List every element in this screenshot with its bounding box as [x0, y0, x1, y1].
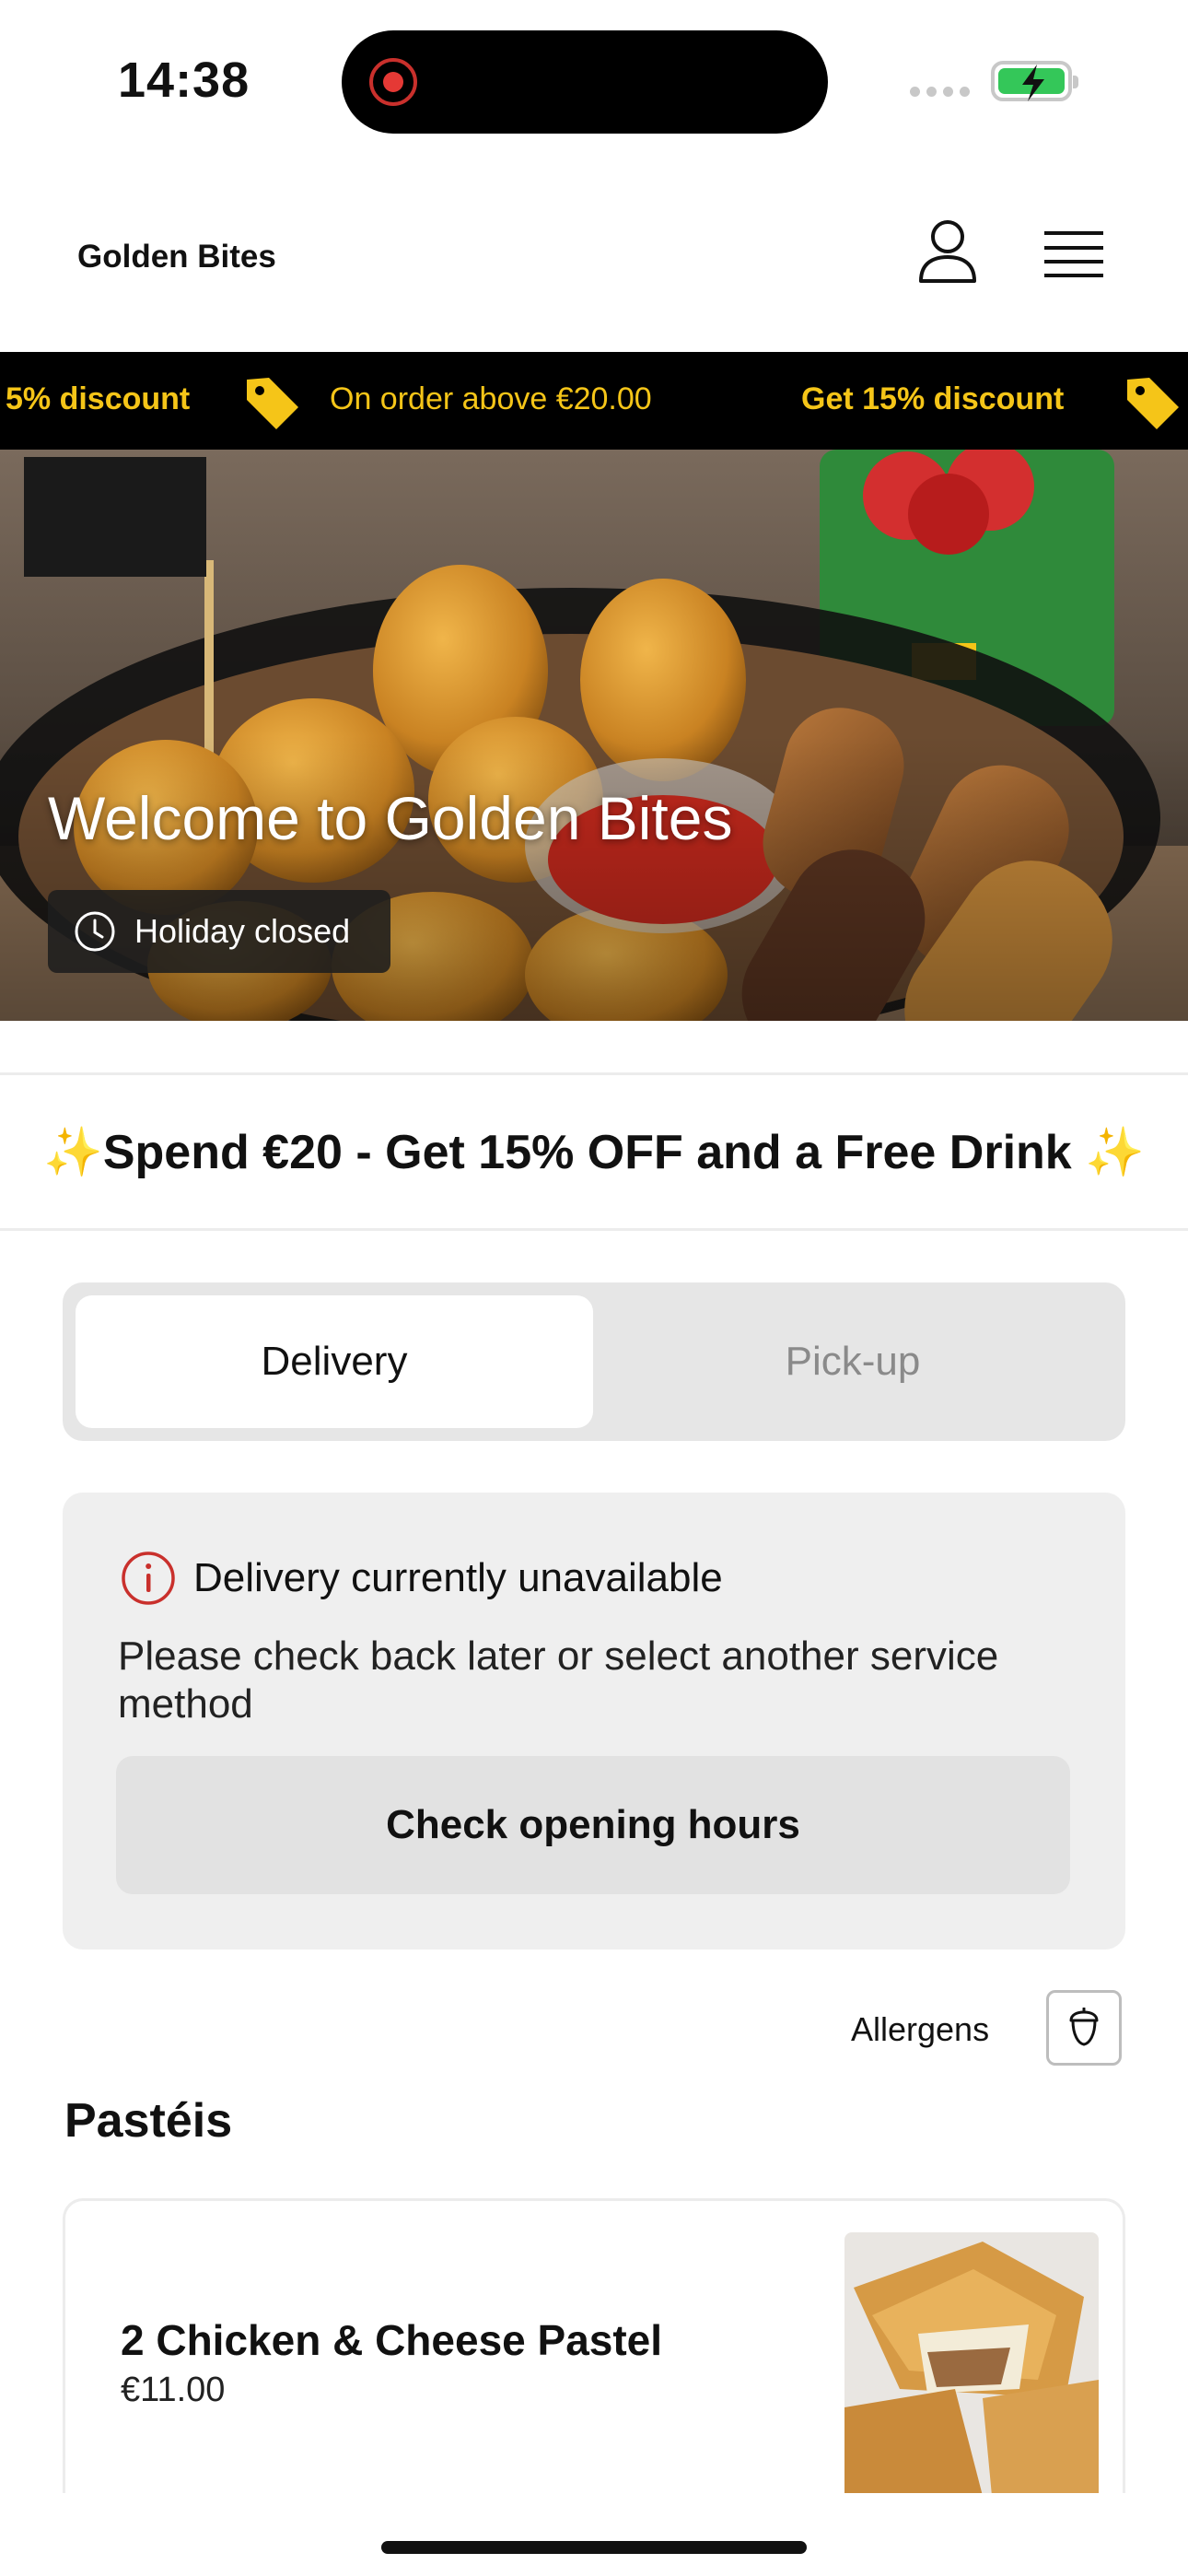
price-tag-icon — [1127, 378, 1179, 429]
promo-text: ✨Spend €20 - Get 15% OFF and a Free Drin… — [43, 1125, 1145, 1179]
ticker-text: Get 15% discount — [801, 381, 1065, 416]
promo-banner: ✨Spend €20 - Get 15% OFF and a Free Drin… — [0, 1072, 1188, 1231]
unavailable-title: Delivery currently unavailable — [193, 1555, 723, 1600]
product-card[interactable]: 2 Chicken & Cheese Pastel €11.00 — [63, 2198, 1125, 2493]
price-tag-icon — [247, 378, 298, 429]
battery-icon — [991, 61, 1078, 101]
recording-icon — [369, 58, 417, 106]
ticker-text: On order above €20.00 — [330, 381, 652, 416]
home-indicator — [381, 2541, 807, 2554]
menu-section-title: Pastéis — [64, 2094, 233, 2148]
status-bar: 14:38 — [0, 0, 1188, 161]
unavailable-description: Please check back later or select anothe… — [118, 1633, 999, 1727]
store-status-text: Holiday closed — [134, 912, 351, 950]
product-name: 2 Chicken & Cheese Pastel — [121, 2316, 663, 2364]
signal-icon — [910, 87, 970, 97]
pickup-tab[interactable]: Pick-up — [593, 1295, 1112, 1428]
app-header: Golden Bites — [0, 161, 1188, 352]
product-image — [844, 2232, 1099, 2493]
hero-title: Welcome to Golden Bites — [48, 784, 733, 852]
acorn-icon — [1069, 2008, 1099, 2046]
promo-ticker: 5% discount On order above €20.00 Get 15… — [0, 352, 1188, 450]
allergens-button[interactable] — [1046, 1990, 1122, 2066]
clock-icon — [75, 911, 115, 952]
check-opening-hours-button[interactable]: Check opening hours — [116, 1756, 1070, 1894]
delivery-tab[interactable]: Delivery — [76, 1295, 593, 1428]
service-toggle: Delivery Pick-up — [63, 1282, 1125, 1441]
clock: 14:38 — [118, 53, 250, 108]
brand-name[interactable]: Golden Bites — [77, 239, 276, 275]
store-status-badge: Holiday closed — [48, 890, 390, 973]
ticker-text: 5% discount — [6, 381, 191, 416]
menu-icon[interactable] — [1044, 229, 1103, 279]
info-alert-icon — [122, 1551, 175, 1605]
dynamic-island — [342, 30, 828, 134]
delivery-unavailable-card: Delivery currently unavailable Please ch… — [63, 1493, 1125, 1950]
hero-banner: Welcome to Golden Bites Holiday closed — [0, 450, 1188, 1021]
unavailable-header: Delivery currently unavailable — [120, 1550, 723, 1607]
user-icon[interactable] — [917, 218, 978, 285]
product-price: €11.00 — [121, 2371, 226, 2409]
allergens-label[interactable]: Allergens — [851, 2010, 989, 2049]
